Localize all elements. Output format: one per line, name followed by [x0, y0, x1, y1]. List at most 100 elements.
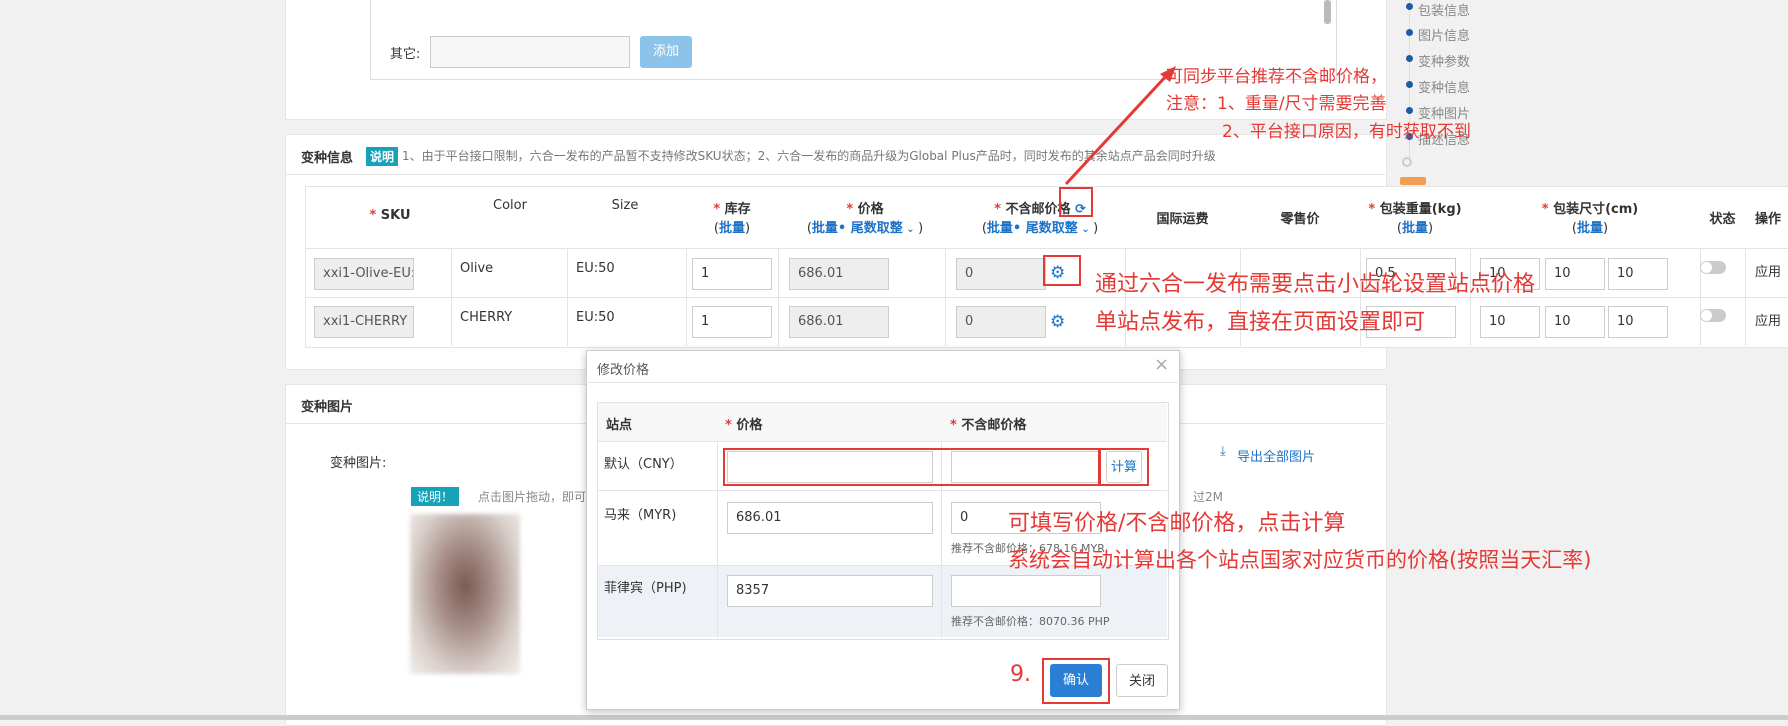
batch-link[interactable]: 批量 [812, 221, 838, 236]
annotation-box-sync [1059, 187, 1093, 217]
annotation-gear-line2: 单站点发布，直接在页面设置即可 [1095, 310, 1426, 335]
rounding-dropdown[interactable]: 尾数取整 [851, 221, 903, 236]
sku-input[interactable]: xxi1-Olive-EU: [314, 258, 414, 290]
annotation-step-number: 9. [1010, 662, 1031, 687]
other-input[interactable] [430, 36, 630, 68]
th-action: 操作 [1754, 212, 1781, 227]
th-weight: * 包装重量(kg) (批量) [1368, 202, 1462, 236]
annotation-sync-line1: 可同步平台推荐不含邮价格， [1166, 67, 1387, 87]
php-price-excl-input[interactable] [951, 575, 1101, 607]
size-cell: EU:50 [576, 261, 615, 276]
panel-header-divider [285, 174, 1385, 175]
add-button[interactable]: 添加 [640, 36, 692, 68]
col-divider [1745, 248, 1746, 346]
price-input[interactable]: 686.01 [789, 258, 889, 290]
stock-input[interactable]: 1 [692, 306, 772, 338]
close-button[interactable]: 关闭 [1116, 664, 1168, 697]
images-note-tail: 过2M [1193, 490, 1223, 504]
header-divider [305, 248, 1788, 249]
nav-item-variant-info[interactable]: 变种信息 [1418, 77, 1470, 96]
th-price: * 价格 (批量• 尾数取整 ⌄ ) [806, 202, 924, 236]
nav-dot [1406, 81, 1413, 88]
modal-title: 修改价格 [597, 363, 650, 378]
stock-input[interactable]: 1 [692, 258, 772, 290]
width-input[interactable]: 10 [1545, 258, 1605, 290]
annotation-sync-line2: 注意：1、重量/尺寸需要完善 [1166, 94, 1387, 114]
col-divider [451, 248, 452, 346]
annotation-box-calc [1099, 448, 1149, 486]
nav-item-variant-params[interactable]: 变种参数 [1418, 51, 1470, 70]
height-input[interactable]: 10 [1608, 258, 1668, 290]
apply-link[interactable]: 应用 [1755, 310, 1781, 329]
gear-icon[interactable]: ⚙ [1050, 314, 1065, 331]
modal-col-divider [717, 441, 718, 638]
annotation-gear-line1: 通过六合一发布需要点击小齿轮设置站点价格 [1095, 272, 1536, 297]
batch-link[interactable]: 批量 [719, 221, 745, 236]
th-retail: 零售价 [1280, 212, 1320, 227]
annotation-box-confirm [1042, 658, 1110, 704]
site-label: 菲律宾（PHP) [604, 581, 687, 596]
myr-price-input[interactable]: 686.01 [727, 502, 933, 534]
price-input[interactable]: 686.01 [789, 306, 889, 338]
rounding-dropdown[interactable]: 尾数取整 [1026, 221, 1078, 236]
price-excl-input[interactable]: 0 [956, 258, 1046, 290]
note-badge: 说明 [366, 147, 399, 166]
batch-link[interactable]: 批量 [987, 221, 1013, 236]
modal-col-price: * 价格 [725, 418, 763, 433]
annotation-box-price-inputs [723, 448, 1100, 486]
export-all-images-link[interactable]: 导出全部图片 [1237, 446, 1315, 465]
modal-row-divider [597, 441, 1167, 442]
color-cell: Olive [460, 261, 494, 276]
variant-thumbnail[interactable] [410, 514, 520, 674]
apply-link[interactable]: 应用 [1755, 261, 1781, 280]
download-icon: ⤓ [1220, 444, 1226, 459]
back-to-top-icon[interactable] [1400, 177, 1426, 185]
th-price-excl: * 不含邮价格 ⟳ (批量• 尾数取整 ⌄ ) [981, 202, 1099, 236]
row-divider [305, 297, 1788, 298]
height-input[interactable]: 10 [1608, 306, 1668, 338]
chevron-down-icon: ⌄ [1077, 224, 1094, 235]
th-color: Color [493, 198, 527, 213]
nav-dot [1406, 107, 1413, 114]
nav-end-circle [1402, 157, 1412, 167]
variant-info-title: 变种信息 [301, 151, 354, 166]
th-stock: * 库存 (批量) [713, 202, 751, 236]
modal-table-header [598, 403, 1167, 441]
th-size-cm: * 包装尺寸(cm) (批量) [1541, 202, 1639, 236]
scrollbar-thumb[interactable] [1324, 0, 1331, 24]
other-label: 其它: [390, 47, 421, 62]
th-sku: * SKU [369, 208, 411, 223]
nav-item-image-info[interactable]: 图片信息 [1418, 25, 1470, 44]
annotation-sync-line3: 2、平台接口原因，有时获取不到 [1222, 122, 1471, 142]
images-note-badge: 说明！ [411, 487, 460, 506]
batch-link[interactable]: 批量 [1402, 221, 1428, 236]
variant-images-label: 变种图片: [330, 456, 387, 471]
color-cell: CHERRY [460, 310, 513, 325]
php-price-input[interactable]: 8357 [727, 575, 933, 607]
nav-dot [1406, 3, 1413, 10]
size-cell: EU:50 [576, 310, 615, 325]
images-note-text: 点击图片拖动，即可 [478, 490, 587, 504]
annotation-box-gear [1043, 255, 1081, 286]
nav-item-pack-info[interactable]: 包装信息 [1418, 0, 1470, 19]
th-size: Size [611, 198, 639, 213]
php-hint: 推荐不含邮价格：8070.36 PHP [951, 615, 1110, 628]
modal-header-divider [586, 382, 1178, 383]
batch-link[interactable]: 批量 [1577, 221, 1603, 236]
length-input[interactable]: 10 [1480, 306, 1540, 338]
horizontal-scrollbar[interactable] [0, 715, 1788, 720]
width-input[interactable]: 10 [1545, 306, 1605, 338]
col-divider [945, 248, 946, 346]
status-toggle[interactable] [1700, 261, 1726, 274]
modal-col-site: 站点 [606, 418, 633, 433]
col-divider [778, 248, 779, 346]
site-label: 马来（MYR) [604, 508, 677, 523]
close-icon[interactable]: × [1154, 354, 1169, 375]
sku-input[interactable]: xxi1-CHERRY [314, 306, 414, 338]
nav-dot [1406, 29, 1413, 36]
site-label: 默认（CNY） [604, 457, 683, 472]
status-toggle[interactable] [1700, 309, 1726, 322]
annotation-calc-line2: 系统会自动计算出各个站点国家对应货币的价格(按照当天汇率) [1008, 548, 1592, 572]
modal-row-divider [597, 490, 1167, 491]
price-excl-input[interactable]: 0 [956, 306, 1046, 338]
